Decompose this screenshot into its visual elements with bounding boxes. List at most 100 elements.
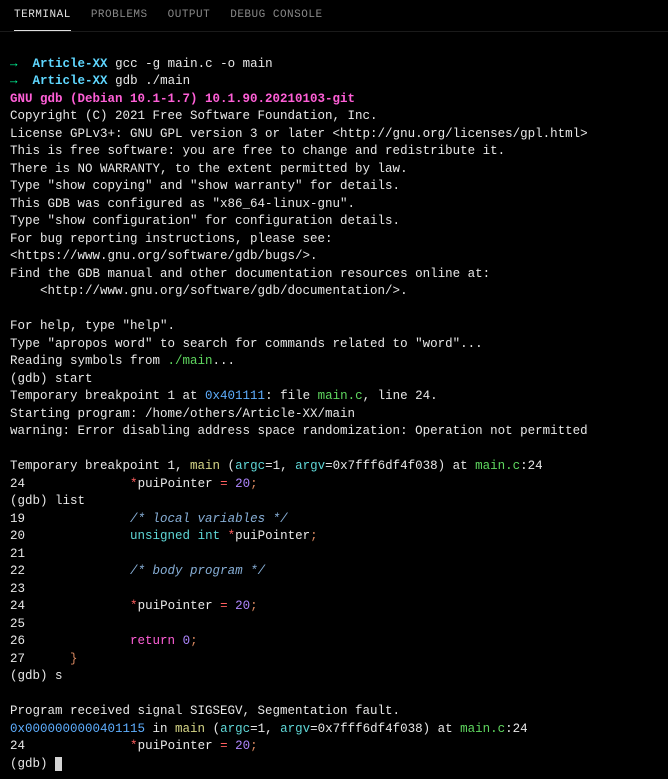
tab-debug[interactable]: DEBUG CONSOLE <box>230 8 322 23</box>
semi: ; <box>250 599 258 613</box>
cmd-gdb: gdb ./main <box>115 74 190 88</box>
argv: argv <box>295 459 325 473</box>
gdb-mainfile: ./main <box>168 354 213 368</box>
semi: ; <box>250 739 258 753</box>
equals: = <box>220 739 235 753</box>
eq1: =1, <box>250 722 280 736</box>
paren: ( <box>205 722 220 736</box>
semi: ; <box>250 477 258 491</box>
cmd-s: s <box>55 669 63 683</box>
spaces <box>25 739 130 753</box>
gdb-prompt: (gdb) <box>10 494 55 508</box>
argv: argv <box>280 722 310 736</box>
linenum: 21 <box>10 547 25 561</box>
in: in <box>145 722 175 736</box>
argvval: =0x7fff6df4f038) at <box>310 722 460 736</box>
semi: ; <box>310 529 318 543</box>
gdb-warranty: There is NO WARRANTY, to the extent perm… <box>10 162 408 176</box>
cmd-list: list <box>55 494 85 508</box>
main-fn: main <box>175 722 205 736</box>
return: return <box>130 634 175 648</box>
gdb-copyright: Copyright (C) 2021 Free Software Foundat… <box>10 109 378 123</box>
mainc: main.c <box>475 459 520 473</box>
file-colon: : file <box>265 389 318 403</box>
tab-output[interactable]: OUTPUT <box>168 8 211 23</box>
gdb-showconfig: Type "show configuration" for configurat… <box>10 214 400 228</box>
addr1: 0x401111 <box>205 389 265 403</box>
spaces <box>25 529 130 543</box>
linenum: 19 <box>10 512 25 526</box>
mainc: main.c <box>318 389 363 403</box>
twenty: 20 <box>235 739 250 753</box>
puipointer: puiPointer <box>138 599 221 613</box>
gdb-apropos: Type "apropos word" to search for comman… <box>10 337 483 351</box>
eq1: =1, <box>265 459 295 473</box>
cmd-start: start <box>55 372 93 386</box>
argc: argc <box>220 722 250 736</box>
argvval: =0x7fff6df4f038) at <box>325 459 475 473</box>
linenum: 24 <box>10 739 25 753</box>
tab-terminal[interactable]: TERMINAL <box>14 8 71 31</box>
int: int <box>198 529 221 543</box>
linenum: 20 <box>10 529 25 543</box>
gdb-findmanual: Find the GDB manual and other documentat… <box>10 267 490 281</box>
equals: = <box>220 477 235 491</box>
linenum: 24 <box>10 599 25 613</box>
gdb-free: This is free software: you are free to c… <box>10 144 505 158</box>
puipointer: puiPointer <box>138 739 221 753</box>
addr2: 0x0000000000401115 <box>10 722 145 736</box>
gdb-version: GNU gdb (Debian 10.1-1.7) 10.1.90.202101… <box>10 92 355 106</box>
main-fn: main <box>190 459 220 473</box>
star: * <box>228 529 236 543</box>
gdb-showcopy: Type "show copying" and "show warranty" … <box>10 179 400 193</box>
gdb-bugurl: <https://www.gnu.org/software/gdb/bugs/>… <box>10 249 318 263</box>
twenty: 20 <box>235 599 250 613</box>
sigsegv: Program received signal SIGSEGV, Segment… <box>10 704 400 718</box>
dots: ... <box>213 354 236 368</box>
linenum: 27 <box>10 652 25 666</box>
terminal-output[interactable]: → Article-XX gcc -g main.c -o main → Art… <box>0 32 668 779</box>
prompt-arrow: → <box>10 74 18 88</box>
mainc: main.c <box>460 722 505 736</box>
star: * <box>130 599 138 613</box>
gdb-bugreport: For bug reporting instructions, please s… <box>10 232 333 246</box>
puipointer: puiPointer <box>235 529 310 543</box>
spaces <box>25 477 130 491</box>
linenum: 24 <box>10 477 25 491</box>
cursor <box>55 757 62 771</box>
star: * <box>130 739 138 753</box>
linenum: 25 <box>10 617 25 631</box>
gdb-configured: This GDB was configured as "x86_64-linux… <box>10 197 355 211</box>
spaces <box>25 599 130 613</box>
line24: , line 24. <box>363 389 438 403</box>
tempbp-text: Temporary breakpoint 1 at <box>10 389 205 403</box>
argc: argc <box>235 459 265 473</box>
prompt-dir: Article-XX <box>33 57 108 71</box>
zero: 0 <box>183 634 191 648</box>
gdb-prompt: (gdb) <box>10 669 55 683</box>
gdb-reading: Reading symbols from <box>10 354 168 368</box>
equals: = <box>220 599 235 613</box>
star: * <box>130 477 138 491</box>
brace: } <box>70 652 78 666</box>
gdb-license: License GPLv3+: GNU GPL version 3 or lat… <box>10 127 588 141</box>
comment2: /* body program */ <box>130 564 265 578</box>
tabs-bar: TERMINAL PROBLEMS OUTPUT DEBUG CONSOLE <box>0 0 668 32</box>
prompt-arrow: → <box>10 57 18 71</box>
prompt-dir: Article-XX <box>33 74 108 88</box>
gdb-prompt: (gdb) <box>10 372 55 386</box>
spaces <box>25 634 130 648</box>
cmd-gcc: gcc -g main.c -o main <box>115 57 273 71</box>
unsigned: unsigned <box>130 529 190 543</box>
gdb-prompt: (gdb) <box>10 757 55 771</box>
tab-problems[interactable]: PROBLEMS <box>91 8 148 23</box>
semi: ; <box>190 634 198 648</box>
colon24: :24 <box>505 722 528 736</box>
puipointer: puiPointer <box>138 477 221 491</box>
paren: ( <box>220 459 235 473</box>
linenum: 26 <box>10 634 25 648</box>
colon24: :24 <box>520 459 543 473</box>
gdb-forhelp: For help, type "help". <box>10 319 175 333</box>
spaces <box>25 564 130 578</box>
gdb-docurl: <http://www.gnu.org/software/gdb/documen… <box>10 284 408 298</box>
